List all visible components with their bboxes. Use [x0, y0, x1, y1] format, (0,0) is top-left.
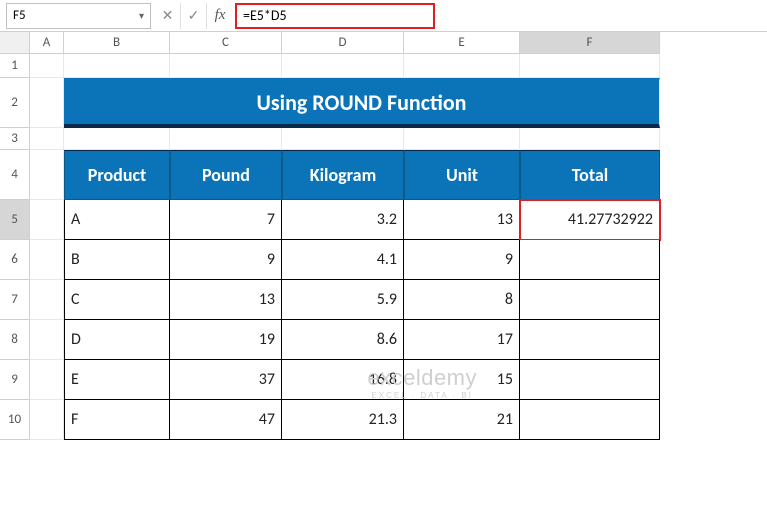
row-7: 7 C 13 5.9 8: [0, 280, 767, 320]
cell-C10[interactable]: 47: [170, 400, 282, 440]
spreadsheet: A B C D E F 1 2 Using ROUND Function 3 4: [0, 32, 767, 440]
column-headers: A B C D E F: [0, 32, 767, 54]
cell-D7[interactable]: 5.9: [282, 280, 404, 320]
cell-A9[interactable]: [30, 360, 64, 400]
row-header-10[interactable]: 10: [0, 400, 30, 440]
name-box[interactable]: F5 ▾: [6, 3, 151, 29]
x-icon: ✕: [162, 7, 174, 24]
header-product[interactable]: Product: [64, 150, 170, 200]
cell-F1[interactable]: [520, 54, 660, 78]
row-4: 4 Product Pound Kilogram Unit Total: [0, 150, 767, 200]
col-header-E[interactable]: E: [404, 32, 520, 54]
cell-C7[interactable]: 13: [170, 280, 282, 320]
cell-E5[interactable]: 13: [404, 200, 520, 240]
cell-D1[interactable]: [282, 54, 404, 78]
cell-C3[interactable]: [170, 128, 282, 150]
cancel-formula-button[interactable]: ✕: [155, 3, 181, 29]
insert-function-button[interactable]: fx: [207, 3, 233, 29]
cell-E8[interactable]: 17: [404, 320, 520, 360]
header-unit[interactable]: Unit: [404, 150, 520, 200]
col-header-C[interactable]: C: [170, 32, 282, 54]
row-header-1[interactable]: 1: [0, 54, 30, 78]
cell-C9[interactable]: 37: [170, 360, 282, 400]
col-header-B[interactable]: B: [64, 32, 170, 54]
row-8: 8 D 19 8.6 17: [0, 320, 767, 360]
cell-B9[interactable]: E: [64, 360, 170, 400]
cell-A8[interactable]: [30, 320, 64, 360]
row-10: 10 F 47 21.3 21: [0, 400, 767, 440]
cell-D5[interactable]: 3.2: [282, 200, 404, 240]
cell-E3[interactable]: [404, 128, 520, 150]
row-header-2[interactable]: 2: [0, 78, 30, 128]
page-title: Using ROUND Function: [257, 89, 467, 116]
cell-D6[interactable]: 4.1: [282, 240, 404, 280]
cell-F6[interactable]: [520, 240, 660, 280]
formula-bar: F5 ▾ ✕ ✓ fx =E5*D5: [0, 0, 767, 32]
cell-B5[interactable]: A: [64, 200, 170, 240]
row-5: 5 A 7 3.2 13 41.27732922: [0, 200, 767, 240]
cell-A7[interactable]: [30, 280, 64, 320]
cell-B7[interactable]: C: [64, 280, 170, 320]
cell-B1[interactable]: [64, 54, 170, 78]
cell-F9[interactable]: [520, 360, 660, 400]
row-header-8[interactable]: 8: [0, 320, 30, 360]
header-pound[interactable]: Pound: [170, 150, 282, 200]
cell-A3[interactable]: [30, 128, 64, 150]
row-2: 2 Using ROUND Function: [0, 78, 767, 128]
row-1: 1: [0, 54, 767, 78]
col-header-A[interactable]: A: [30, 32, 64, 54]
col-header-F[interactable]: F: [520, 32, 660, 54]
formula-text: =E5*D5: [243, 7, 287, 24]
row-header-9[interactable]: 9: [0, 360, 30, 400]
cell-B10[interactable]: F: [64, 400, 170, 440]
cell-E7[interactable]: 8: [404, 280, 520, 320]
cell-B3[interactable]: [64, 128, 170, 150]
header-kilogram[interactable]: Kilogram: [282, 150, 404, 200]
cell-E1[interactable]: [404, 54, 520, 78]
formula-input[interactable]: =E5*D5: [235, 3, 435, 29]
title-cell[interactable]: Using ROUND Function: [64, 78, 660, 128]
cell-E9[interactable]: 15: [404, 360, 520, 400]
select-all-corner[interactable]: [0, 32, 30, 54]
row-3: 3: [0, 128, 767, 150]
cell-B8[interactable]: D: [64, 320, 170, 360]
cell-A5[interactable]: [30, 200, 64, 240]
chevron-down-icon[interactable]: ▾: [139, 9, 144, 22]
cell-E10[interactable]: 21: [404, 400, 520, 440]
cell-F10[interactable]: [520, 400, 660, 440]
cell-A2[interactable]: [30, 78, 64, 128]
cell-D8[interactable]: 8.6: [282, 320, 404, 360]
cell-C8[interactable]: 19: [170, 320, 282, 360]
cell-C1[interactable]: [170, 54, 282, 78]
cell-D9[interactable]: 16.8: [282, 360, 404, 400]
header-total[interactable]: Total: [520, 150, 660, 200]
row-header-5[interactable]: 5: [0, 200, 30, 240]
cell-C5[interactable]: 7: [170, 200, 282, 240]
cell-F7[interactable]: [520, 280, 660, 320]
cell-A6[interactable]: [30, 240, 64, 280]
col-header-D[interactable]: D: [282, 32, 404, 54]
cell-A1[interactable]: [30, 54, 64, 78]
row-header-3[interactable]: 3: [0, 128, 30, 150]
row-header-6[interactable]: 6: [0, 240, 30, 280]
name-box-value: F5: [13, 8, 26, 23]
cell-F3[interactable]: [520, 128, 660, 150]
cell-D3[interactable]: [282, 128, 404, 150]
cell-A10[interactable]: [30, 400, 64, 440]
row-header-4[interactable]: 4: [0, 150, 30, 200]
check-icon: ✓: [188, 7, 200, 24]
cell-B6[interactable]: B: [64, 240, 170, 280]
row-header-7[interactable]: 7: [0, 280, 30, 320]
cell-A4[interactable]: [30, 150, 64, 200]
cell-F5[interactable]: 41.27732922: [520, 200, 660, 240]
row-9: 9 E 37 16.8 15: [0, 360, 767, 400]
confirm-formula-button[interactable]: ✓: [181, 3, 207, 29]
row-6: 6 B 9 4.1 9: [0, 240, 767, 280]
fx-icon: fx: [215, 7, 226, 24]
cell-F8[interactable]: [520, 320, 660, 360]
cell-D10[interactable]: 21.3: [282, 400, 404, 440]
cell-C6[interactable]: 9: [170, 240, 282, 280]
cell-E6[interactable]: 9: [404, 240, 520, 280]
